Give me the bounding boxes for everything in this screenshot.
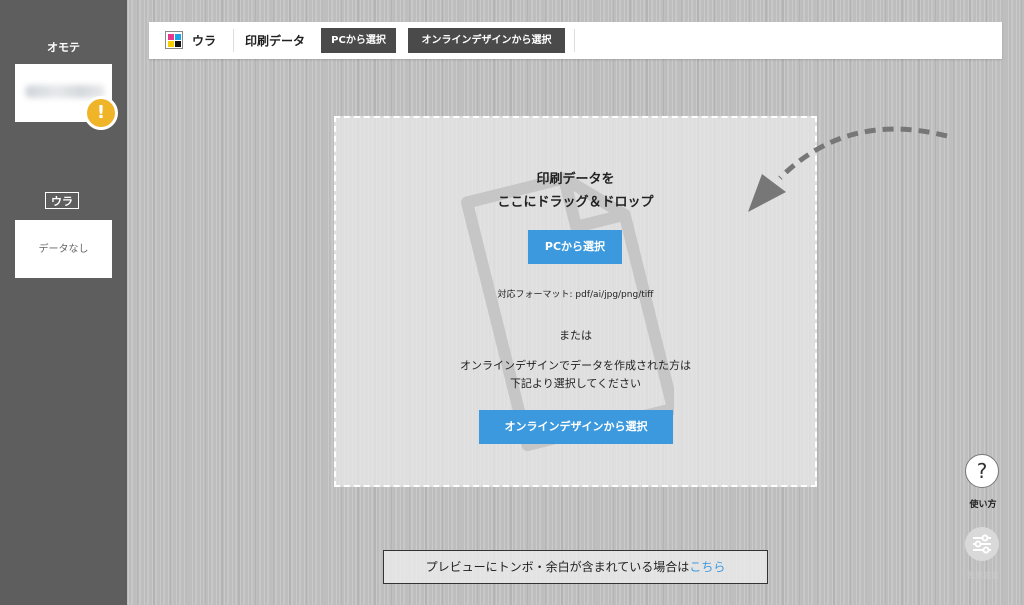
sidebar: オモテ ! ウラ データなし	[0, 0, 127, 605]
front-thumbnail-preview	[25, 85, 105, 98]
trim-marks-notice: プレビューにトンボ・余白が含まれている場合はこちら	[383, 550, 768, 584]
background-settings-button[interactable]	[965, 527, 999, 561]
background-settings-label: 背景設定	[967, 571, 999, 580]
front-side-label: オモテ	[47, 41, 80, 54]
online-design-hint-line2: 下記より選択してください	[509, 377, 642, 390]
notice-link[interactable]: こちら	[689, 560, 725, 574]
notice-text: プレビューにトンボ・余白が含まれている場合は	[425, 560, 690, 574]
or-label: または	[559, 329, 592, 342]
curved-arrow-icon	[748, 126, 948, 212]
toolbar-online-design-button[interactable]: オンラインデザインから選択	[408, 28, 565, 53]
online-design-select-button[interactable]: オンラインデザインから選択	[479, 410, 673, 444]
print-data-label: 印刷データ	[245, 34, 306, 48]
back-side-label: ウラ	[45, 192, 79, 209]
warning-icon: !	[84, 96, 118, 130]
toolbar-divider	[574, 29, 575, 52]
top-toolbar: ウラ 印刷データ PCから選択 オンラインデザインから選択	[149, 22, 1002, 59]
supported-formats: 対応フォーマット: pdf/ai/jpg/png/tiff	[497, 290, 654, 300]
current-side-label: ウラ	[192, 34, 217, 48]
cmyk-color-icon	[165, 31, 183, 49]
online-design-hint-line1: オンラインデザインでデータを作成された方は	[460, 359, 691, 372]
help-button[interactable]: ?	[965, 454, 999, 488]
no-data-label: データなし	[38, 244, 89, 255]
pc-select-button[interactable]: PCから選択	[528, 230, 622, 264]
help-label: 使い方	[969, 500, 997, 510]
toolbar-pc-select-button[interactable]: PCから選択	[321, 28, 396, 53]
toolbar-divider	[233, 29, 234, 52]
back-thumbnail[interactable]: データなし	[15, 220, 112, 278]
sliders-icon	[973, 534, 991, 554]
